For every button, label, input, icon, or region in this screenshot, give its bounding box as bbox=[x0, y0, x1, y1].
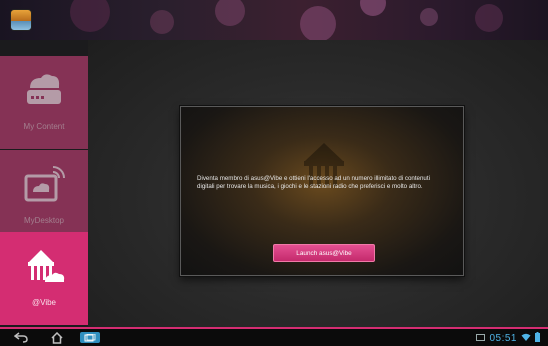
home-icon[interactable] bbox=[50, 331, 64, 344]
action-bar bbox=[0, 0, 548, 40]
sidebar-item-vibe[interactable]: @Vibe bbox=[0, 232, 88, 325]
app-logo-icon[interactable] bbox=[10, 9, 32, 31]
background-bokeh bbox=[360, 0, 386, 16]
status-area[interactable]: 05:51 bbox=[476, 332, 540, 344]
background-bokeh bbox=[300, 6, 336, 40]
vibe-tent-cloud-icon bbox=[21, 244, 67, 290]
back-icon[interactable] bbox=[14, 331, 28, 344]
background-bokeh bbox=[475, 4, 503, 32]
sidebar-item-label: My Content bbox=[23, 122, 65, 131]
sidebar-item-mydesktop[interactable]: MyDesktop bbox=[0, 150, 88, 243]
remote-desktop-cloud-icon bbox=[21, 162, 67, 208]
main-content: Diventa membro di asus@Vibe e ottieni l'… bbox=[88, 40, 548, 327]
background-bokeh bbox=[420, 8, 438, 26]
sidebar-item-label: MyDesktop bbox=[23, 216, 64, 225]
wifi-icon bbox=[521, 329, 531, 346]
background-bokeh bbox=[215, 0, 245, 26]
background-bokeh bbox=[150, 10, 174, 34]
screenshot-icon bbox=[476, 329, 486, 346]
sidebar-item-label: @Vibe bbox=[32, 298, 56, 307]
battery-icon bbox=[535, 329, 540, 346]
vibe-dialog: Diventa membro di asus@Vibe e ottieni l'… bbox=[180, 106, 464, 276]
app-window: My Content MyDesktop @Vibe Diventa membr… bbox=[0, 0, 548, 346]
background-bokeh bbox=[70, 0, 110, 32]
clock: 05:51 bbox=[489, 332, 517, 344]
launch-vibe-button[interactable]: Launch asus@Vibe bbox=[273, 244, 375, 262]
sidebar: My Content MyDesktop @Vibe bbox=[0, 40, 88, 327]
recent-apps-icon[interactable] bbox=[80, 332, 100, 343]
cloud-drive-icon bbox=[21, 68, 67, 114]
dialog-message: Diventa membro di asus@Vibe e ottieni l'… bbox=[197, 175, 430, 191]
sidebar-item-my-content[interactable]: My Content bbox=[0, 56, 88, 149]
system-navigation-bar: 05:51 bbox=[0, 327, 548, 346]
